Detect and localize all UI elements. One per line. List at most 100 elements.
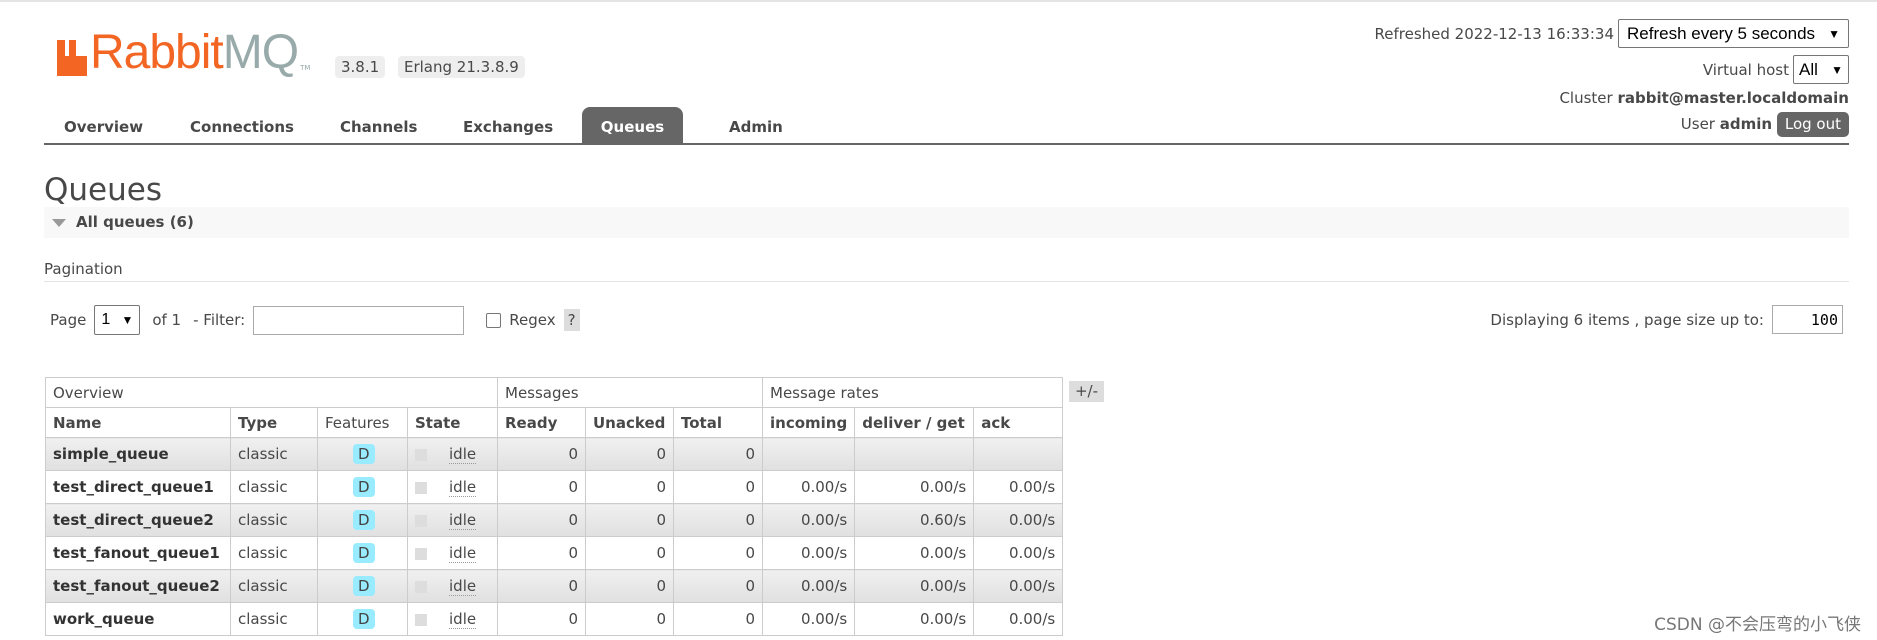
watermark: CSDN @不会压弯的小飞侠 [1654, 615, 1861, 635]
state-label: idle [449, 577, 477, 596]
all-queues-section-toggle[interactable]: All queues (6) [44, 207, 1849, 238]
main-nav: Overview Connections Channels Exchanges … [44, 107, 1849, 145]
queue-type: classic [230, 536, 318, 570]
tab-queues[interactable]: Queues [582, 107, 683, 145]
queue-type: classic [230, 470, 318, 504]
filter-input[interactable] [253, 305, 465, 335]
page-title: Queues [44, 172, 162, 208]
unacked-count: 0 [585, 470, 674, 504]
incoming-rate [761, 437, 856, 471]
tab-exchanges[interactable]: Exchanges [443, 107, 573, 145]
total-count: 0 [673, 536, 763, 570]
features-cell: D [317, 503, 408, 537]
state-indicator-icon [415, 514, 427, 527]
total-count: 0 [673, 437, 763, 471]
page-size-input[interactable] [1772, 305, 1843, 334]
queue-name-link[interactable]: test_fanout_queue2 [45, 569, 231, 603]
tab-admin[interactable]: Admin [709, 107, 803, 145]
displaying-text: Displaying 6 items , page size up to: [1490, 310, 1764, 329]
deliver-get-rate [854, 437, 975, 471]
group-messages: Messages [497, 377, 763, 408]
queue-name-link[interactable]: simple_queue [45, 437, 231, 471]
col-ready[interactable]: Ready [497, 407, 586, 438]
durable-badge: D [353, 444, 375, 464]
regex-label: Regex [509, 311, 556, 329]
collapse-triangle-icon [52, 218, 66, 227]
refreshed-time: Refreshed 2022-12-13 16:33:34 [1374, 24, 1614, 43]
total-count: 0 [673, 503, 763, 537]
version-badge: 3.8.1 [335, 56, 386, 78]
features-cell: D [317, 470, 408, 504]
regex-checkbox[interactable] [486, 312, 502, 328]
col-unacked[interactable]: Unacked [585, 407, 674, 438]
rabbitmq-logo[interactable]: Rabbit MQ TM [57, 29, 311, 77]
col-deliver-get[interactable]: deliver / get [854, 407, 975, 438]
tab-connections[interactable]: Connections [170, 107, 314, 145]
col-type[interactable]: Type [230, 407, 318, 438]
table-row: test_fanout_queue2 classic Didle 0 0 0 0.00/s 0… [45, 569, 1064, 603]
deliver-get-rate: 0.60/s [854, 503, 975, 537]
ack-rate [973, 437, 1064, 471]
state-indicator-icon [415, 448, 427, 461]
logo-tm: TM [300, 64, 311, 72]
features-cell: D [317, 536, 408, 570]
col-ack[interactable]: ack [973, 407, 1064, 438]
state-indicator-icon [415, 580, 427, 593]
durable-badge: D [353, 543, 375, 563]
features-cell: D [317, 569, 408, 603]
filter-label: - Filter: [193, 311, 246, 329]
col-name[interactable]: Name [45, 407, 231, 438]
unacked-count: 0 [585, 437, 674, 471]
tab-channels[interactable]: Channels [320, 107, 437, 145]
pagination-heading: Pagination [44, 260, 1849, 282]
regex-help-button[interactable]: ? [563, 309, 580, 331]
deliver-get-rate: 0.00/s [854, 602, 975, 636]
col-incoming[interactable]: incoming [761, 407, 856, 438]
incoming-rate: 0.00/s [761, 569, 856, 603]
state-cell: idle [407, 470, 498, 504]
queue-name-link[interactable]: test_direct_queue1 [45, 470, 231, 504]
chevron-down-icon: ▼ [121, 313, 134, 327]
ack-rate: 0.00/s [973, 503, 1064, 537]
vhost-select-value: All [1799, 59, 1818, 79]
group-message-rates: Message rates [761, 377, 1064, 408]
ready-count: 0 [497, 569, 586, 603]
col-total[interactable]: Total [673, 407, 763, 438]
queue-name-link[interactable]: test_fanout_queue1 [45, 536, 231, 570]
durable-badge: D [353, 510, 375, 530]
incoming-rate: 0.00/s [761, 536, 856, 570]
col-state[interactable]: State [407, 407, 498, 438]
queue-name-link[interactable]: test_direct_queue2 [45, 503, 231, 537]
table-row: simple_queue classic Didle 0 0 0 [45, 437, 1064, 471]
refresh-select-value: Refresh every 5 seconds [1627, 23, 1816, 43]
table-row: test_fanout_queue1 classic Didle 0 0 0 0.00/s 0… [45, 536, 1064, 570]
vhost-label: Virtual host [1702, 60, 1789, 79]
incoming-rate: 0.00/s [761, 470, 856, 504]
unacked-count: 0 [585, 503, 674, 537]
virtual-host-select[interactable]: All ▼ [1793, 55, 1849, 84]
tab-overview[interactable]: Overview [44, 107, 163, 145]
ack-rate: 0.00/s [973, 470, 1064, 504]
queues-table: Overview Messages Message rates Name Typ… [45, 377, 1064, 636]
rabbit-logo-icon [57, 40, 87, 76]
page-label: Page [50, 311, 87, 329]
page-select[interactable]: 1 ▼ [94, 305, 141, 335]
state-cell: idle [407, 536, 498, 570]
queue-type: classic [230, 602, 318, 636]
state-cell: idle [407, 569, 498, 603]
unacked-count: 0 [585, 536, 674, 570]
queue-name-link[interactable]: work_queue [45, 602, 231, 636]
ready-count: 0 [497, 503, 586, 537]
column-toggle-button[interactable]: +/- [1069, 381, 1104, 402]
refresh-interval-select[interactable]: Refresh every 5 seconds ▼ [1618, 19, 1849, 48]
incoming-rate: 0.00/s [761, 503, 856, 537]
queue-type: classic [230, 569, 318, 603]
state-cell: idle [407, 602, 498, 636]
unacked-count: 0 [585, 602, 674, 636]
ack-rate: 0.00/s [973, 602, 1064, 636]
state-label: idle [449, 478, 477, 497]
deliver-get-rate: 0.00/s [854, 470, 975, 504]
total-count: 0 [673, 569, 763, 603]
deliver-get-rate: 0.00/s [854, 569, 975, 603]
state-indicator-icon [415, 481, 427, 494]
